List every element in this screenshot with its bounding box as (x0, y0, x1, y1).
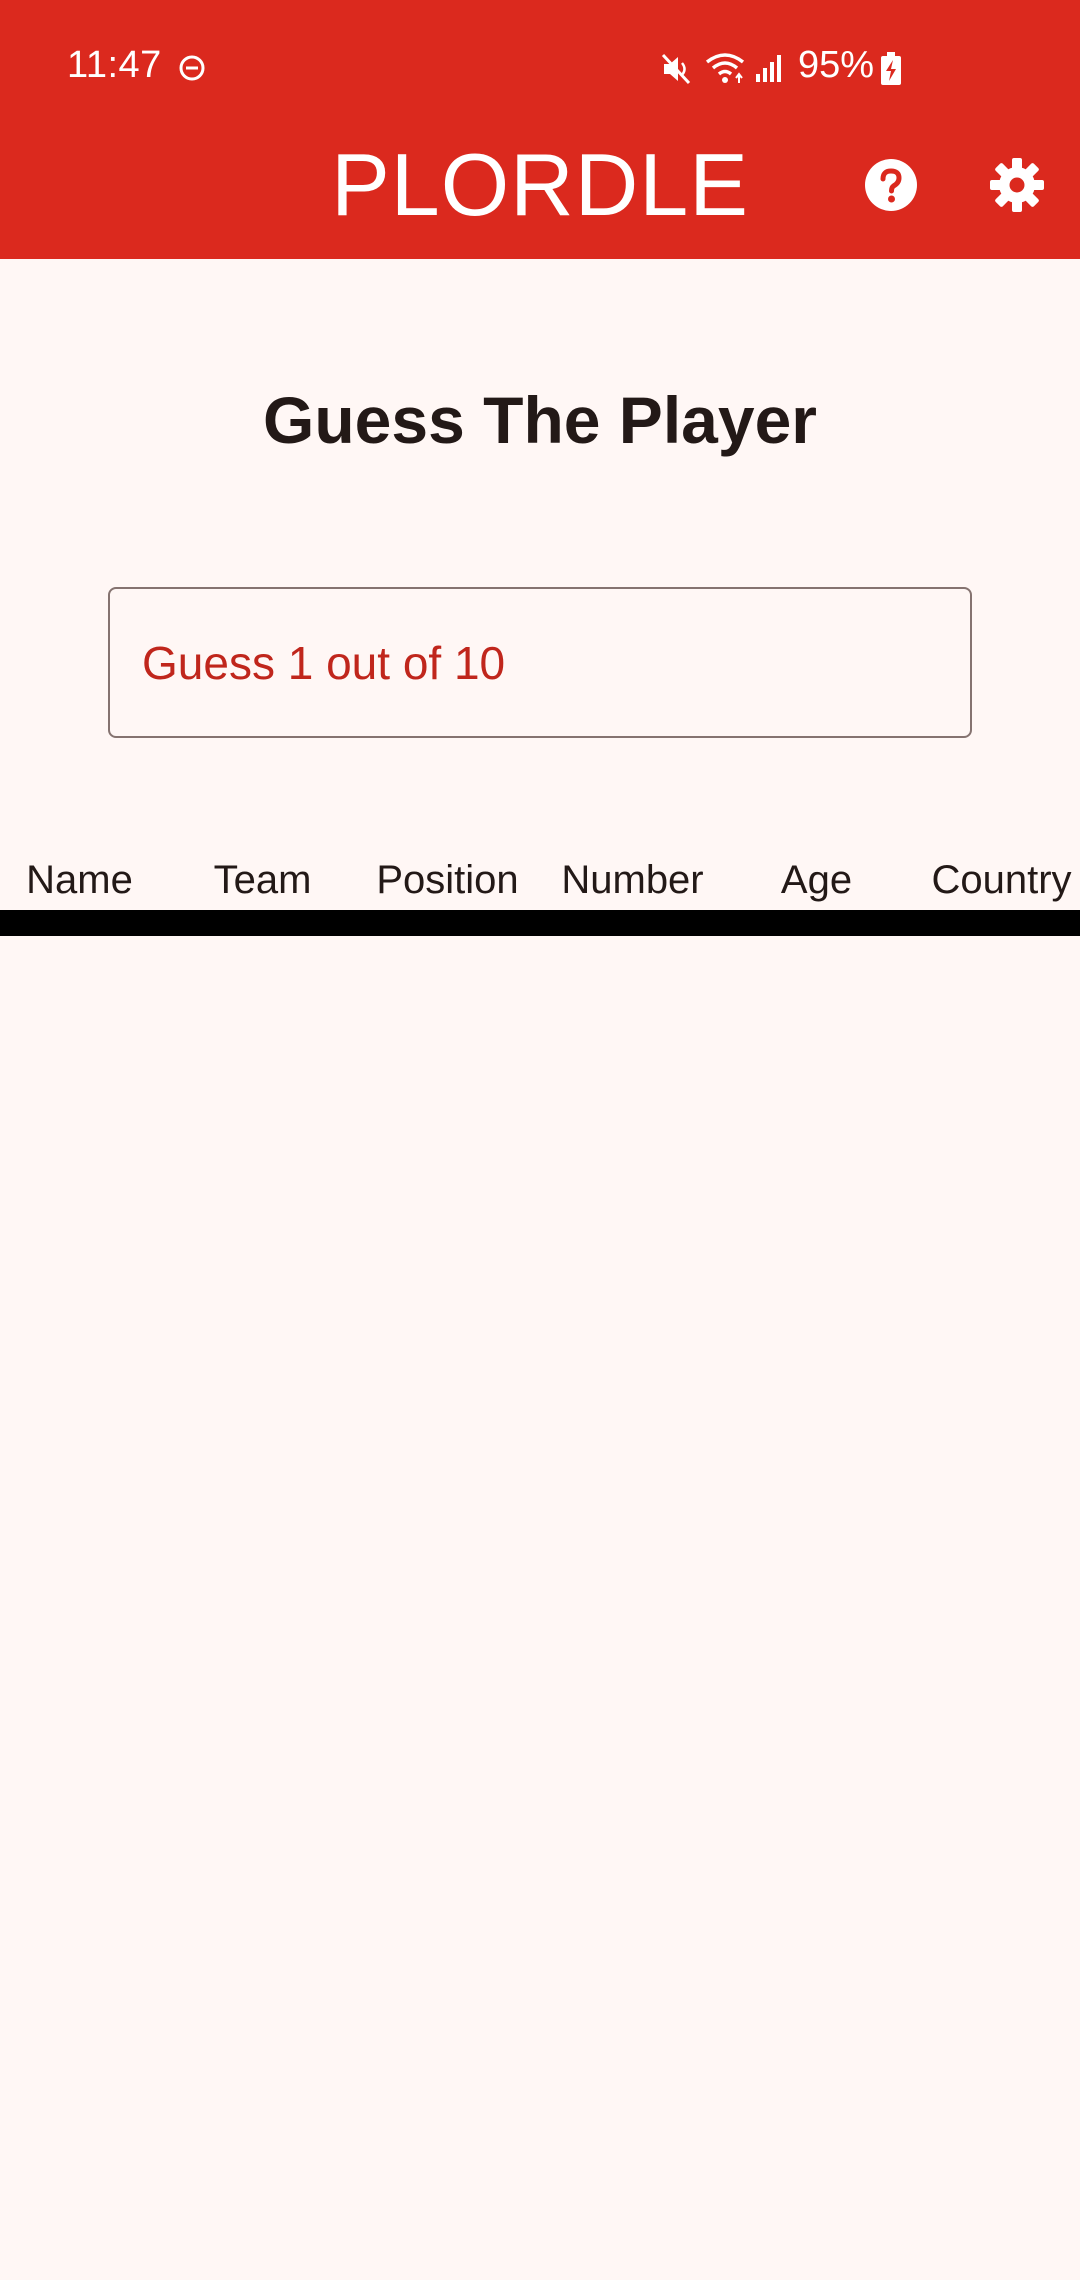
battery-percentage: 95% (798, 44, 875, 86)
status-time: 11:47 (67, 44, 162, 86)
status-bar: 11:47 95% (0, 0, 1080, 135)
column-header-age: Age (780, 858, 853, 902)
page-heading: Guess The Player (263, 383, 817, 457)
wifi-icon (705, 53, 745, 83)
column-header-name: Name (26, 858, 133, 902)
table-header: Name Team Position Number Age Country (0, 850, 1080, 910)
do-not-disturb-icon (179, 55, 205, 81)
column-header-team: Team (213, 858, 312, 902)
table-header-divider (0, 910, 1080, 936)
column-header-country: Country (931, 858, 1072, 902)
help-icon[interactable] (864, 158, 918, 212)
app-bar: 11:47 95% PLORDLE (0, 0, 1080, 259)
battery-charging-icon (881, 52, 901, 85)
mute-icon (661, 53, 691, 85)
signal-icon (756, 55, 781, 82)
column-header-position: Position (376, 858, 519, 902)
guess-input[interactable] (108, 587, 972, 738)
app-title: PLORDLE (331, 135, 749, 234)
settings-gear-icon[interactable] (990, 158, 1044, 212)
column-header-number: Number (561, 858, 704, 902)
